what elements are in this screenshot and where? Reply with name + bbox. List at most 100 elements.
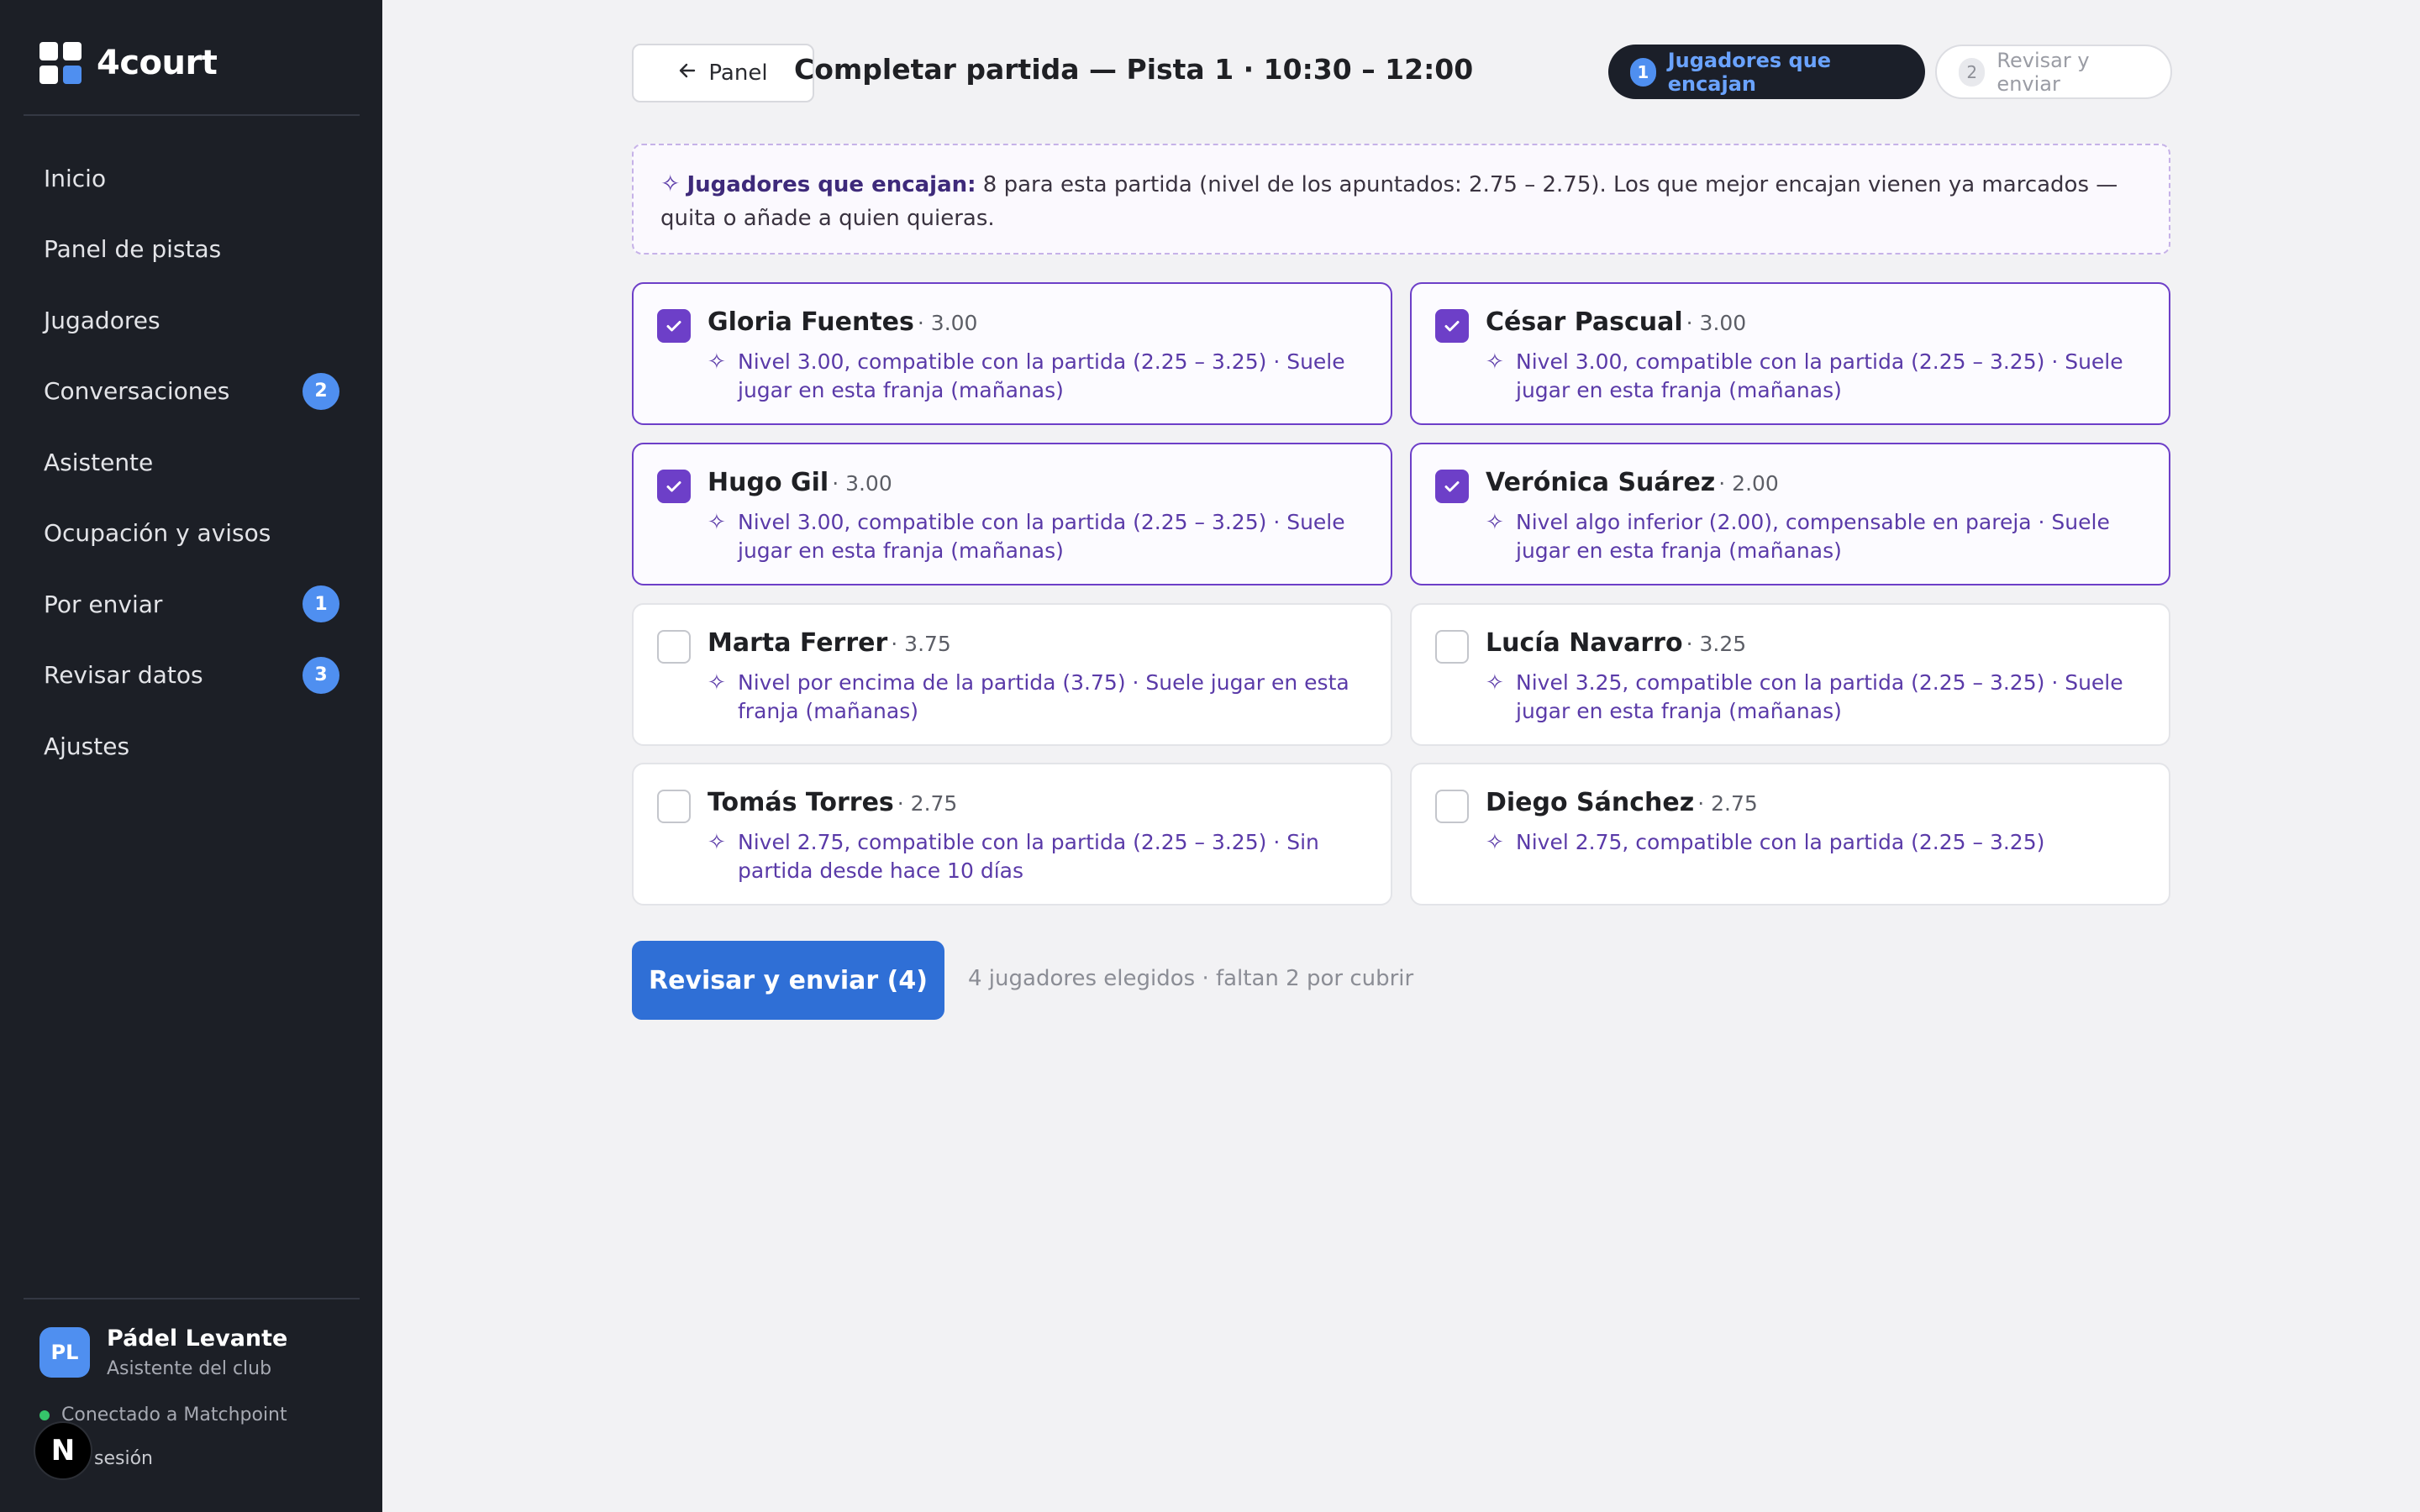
player-level: · 2.75: [897, 791, 958, 816]
player-checkbox[interactable]: [1435, 790, 1469, 823]
player-checkbox[interactable]: [657, 630, 691, 664]
sidebar-item-label: Revisar datos: [44, 661, 203, 690]
sidebar-item-panel-de-pistas[interactable]: Panel de pistas: [24, 214, 360, 286]
player-card[interactable]: Verónica Suárez · 2.00 ✧ Nivel algo inferio…: [1410, 443, 2170, 585]
sidebar-item-por-enviar[interactable]: Por enviar 1: [24, 569, 360, 640]
club-role: Asistente del club: [107, 1358, 272, 1379]
page-title: Completar partida — Pista 1 · 10:30 – 12…: [794, 53, 1474, 86]
player-match-reason-text: Nivel 3.00, compatible con la partida (2…: [738, 510, 1345, 563]
player-card[interactable]: Marta Ferrer · 3.75 ✧ Nivel por encima de l…: [632, 603, 1392, 746]
connection-label: Conectado a Matchpoint: [61, 1404, 287, 1425]
step-revisar[interactable]: 2 Revisar y enviar: [1935, 45, 2172, 99]
sparkle-icon: ✧: [660, 170, 681, 197]
club-name: Pádel Levante: [107, 1326, 288, 1352]
info-title: Jugadores que encajan:: [687, 172, 976, 197]
player-card[interactable]: Hugo Gil · 3.00 ✧ Nivel 3.00, compatible co…: [632, 443, 1392, 585]
stepper: 1 Jugadores que encajan 2 Revisar y envi…: [1608, 45, 2172, 99]
main-content: Panel Completar partida — Pista 1 · 10:3…: [382, 0, 2420, 1512]
step-label: Revisar y enviar: [1996, 48, 2090, 96]
player-match-reason: ✧ Nivel 2.75, compatible con la partida (…: [708, 828, 1371, 885]
selection-summary: 4 jugadores elegidos · faltan 2 por cubr…: [968, 966, 1414, 991]
sparkle-icon: ✧: [708, 670, 726, 696]
step-label: Jugadores que encajan: [1667, 48, 1832, 96]
player-name-text: Marta Ferrer: [708, 628, 888, 658]
brand[interactable]: 4court: [39, 42, 218, 84]
player-level: · 3.75: [891, 632, 951, 656]
player-name: Lucía Navarro · 3.25: [1486, 628, 1746, 658]
sidebar-item-label: Inicio: [44, 164, 107, 192]
player-level: · 3.00: [832, 471, 892, 496]
player-card[interactable]: César Pascual · 3.00 ✧ Nivel 3.00, compatib…: [1410, 282, 2170, 425]
sidebar: 4court Inicio Panel de pistas Jugadores …: [0, 0, 382, 1512]
sidebar-item-jugadores[interactable]: Jugadores: [24, 285, 360, 356]
sidebar-item-asistente[interactable]: Asistente: [24, 427, 360, 498]
player-card[interactable]: Gloria Fuentes · 3.00 ✧ Nivel 3.00, compati…: [632, 282, 1392, 425]
player-checkbox[interactable]: [1435, 470, 1469, 503]
player-name-text: Hugo Gil: [708, 468, 829, 497]
sidebar-divider-bottom: [24, 1298, 360, 1299]
player-name: Gloria Fuentes · 3.00: [708, 307, 977, 337]
sparkle-icon: ✧: [1486, 830, 1504, 855]
player-match-reason: ✧ Nivel 3.00, compatible con la partida (…: [1486, 348, 2149, 405]
step-jugadores[interactable]: 1 Jugadores que encajan: [1608, 45, 1925, 99]
player-match-reason-text: Nivel por encima de la partida (3.75) · …: [738, 670, 1349, 723]
player-name: Tomás Torres · 2.75: [708, 788, 957, 817]
sidebar-item-ocupacion-y-avisos[interactable]: Ocupación y avisos: [24, 498, 360, 570]
sidebar-nav: Inicio Panel de pistas Jugadores Convers…: [24, 143, 360, 782]
club-profile[interactable]: PL Pádel Levante Asistente del club: [39, 1326, 287, 1379]
player-match-reason-text: Nivel 3.00, compatible con la partida (2…: [1516, 349, 2123, 402]
player-match-reason: ✧ Nivel por encima de la partida (3.75) ·…: [708, 669, 1371, 726]
back-button-label: Panel: [708, 60, 768, 86]
player-checkbox[interactable]: [657, 309, 691, 343]
player-card[interactable]: Tomás Torres · 2.75 ✧ Nivel 2.75, compatibl…: [632, 763, 1392, 906]
dev-tools-icon[interactable]: N: [34, 1421, 92, 1480]
player-checkbox[interactable]: [1435, 309, 1469, 343]
sparkle-icon: ✧: [1486, 349, 1504, 375]
match-info-banner: ✧ Jugadores que encajan: 8 para esta part…: [632, 144, 2170, 255]
player-name-text: Tomás Torres: [708, 788, 894, 817]
player-name: Marta Ferrer · 3.75: [708, 628, 951, 658]
sparkle-icon: ✧: [708, 830, 726, 855]
player-card[interactable]: Lucía Navarro · 3.25 ✧ Nivel 3.25, compatib…: [1410, 603, 2170, 746]
count-badge: 1: [302, 585, 339, 623]
back-button[interactable]: Panel: [632, 44, 814, 102]
player-name-text: César Pascual: [1486, 307, 1683, 337]
player-name-text: Lucía Navarro: [1486, 628, 1683, 658]
status-dot-icon: [39, 1410, 50, 1420]
check-icon: [1444, 321, 1460, 332]
player-checkbox[interactable]: [657, 790, 691, 823]
player-name-text: Gloria Fuentes: [708, 307, 914, 337]
player-name: César Pascual · 3.00: [1486, 307, 1746, 337]
sparkle-icon: ✧: [1486, 510, 1504, 535]
step-number: 2: [1959, 57, 1986, 87]
sidebar-item-label: Panel de pistas: [44, 235, 222, 264]
arrow-left-icon: [678, 60, 697, 86]
player-match-reason: ✧ Nivel 3.25, compatible con la partida (…: [1486, 669, 2149, 726]
sidebar-item-label: Por enviar: [44, 590, 163, 618]
count-badge: 2: [302, 372, 339, 410]
player-checkbox[interactable]: [657, 470, 691, 503]
player-checkbox[interactable]: [1435, 630, 1469, 664]
logout-link[interactable]: sesión: [94, 1448, 153, 1469]
sidebar-item-inicio[interactable]: Inicio: [24, 143, 360, 214]
sidebar-item-conversaciones[interactable]: Conversaciones 2: [24, 356, 360, 428]
player-match-reason-text: Nivel 2.75, compatible con la partida (2…: [738, 830, 1319, 883]
sparkle-icon: ✧: [1486, 670, 1504, 696]
app-name: 4court: [97, 44, 218, 82]
player-level: · 3.25: [1686, 632, 1747, 656]
review-and-send-button[interactable]: Revisar y enviar (4): [632, 941, 944, 1020]
player-match-reason: ✧ Nivel algo inferior (2.00), compensable…: [1486, 508, 2149, 565]
player-match-reason-text: Nivel 2.75, compatible con la partida (2…: [1516, 830, 2045, 854]
sidebar-item-revisar-datos[interactable]: Revisar datos 3: [24, 640, 360, 711]
sidebar-item-label: Ocupación y avisos: [44, 519, 271, 548]
player-level: · 2.00: [1718, 471, 1779, 496]
player-match-reason-text: Nivel 3.00, compatible con la partida (2…: [738, 349, 1345, 402]
player-card[interactable]: Diego Sánchez · 2.75 ✧ Nivel 2.75, compatib…: [1410, 763, 2170, 906]
player-name: Verónica Suárez · 2.00: [1486, 468, 1779, 497]
sidebar-item-label: Asistente: [44, 448, 154, 476]
sparkle-icon: ✧: [708, 349, 726, 375]
sidebar-item-ajustes[interactable]: Ajustes: [24, 711, 360, 782]
player-level: · 2.75: [1697, 791, 1758, 816]
player-level: · 3.00: [917, 311, 978, 335]
connection-status: Conectado a Matchpoint: [39, 1404, 287, 1425]
